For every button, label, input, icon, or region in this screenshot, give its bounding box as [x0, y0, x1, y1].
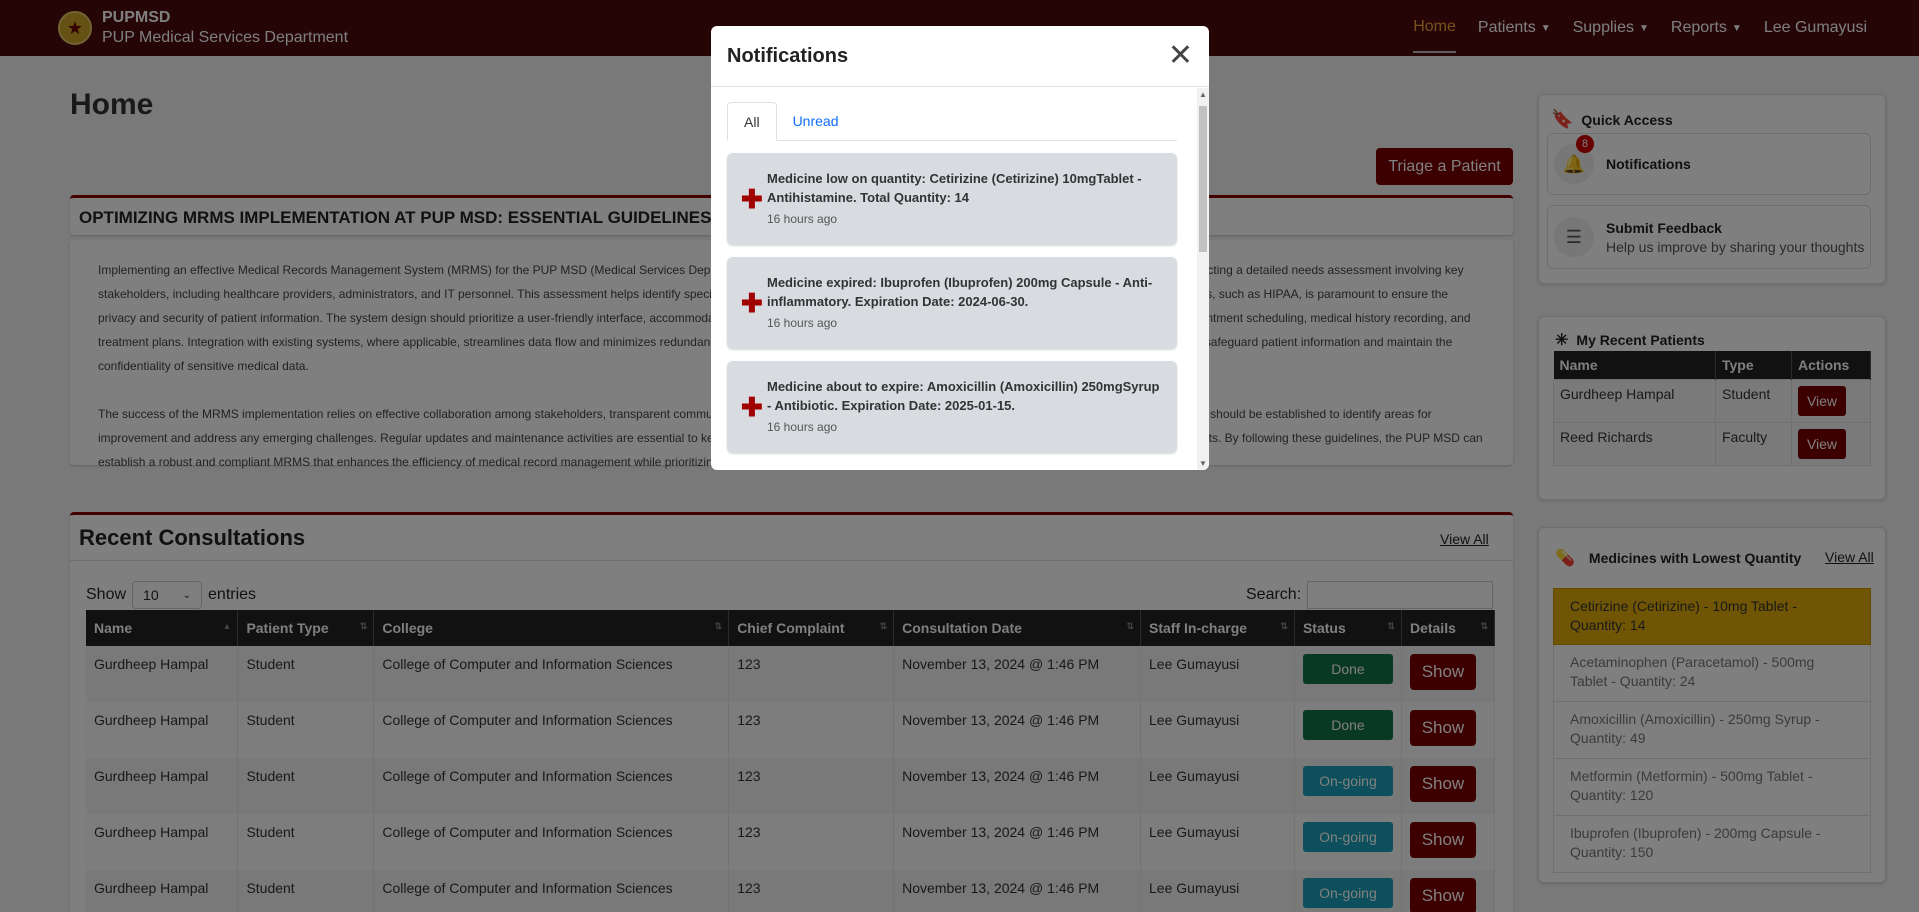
notification-tabs: All Unread	[727, 102, 1177, 141]
notification-message: Medicine low on quantity: Cetirizine (Ce…	[767, 171, 1142, 205]
modal-header: Notifications ✕	[711, 26, 1209, 87]
scroll-down-icon[interactable]: ▼	[1199, 459, 1207, 468]
scroll-up-icon[interactable]: ▲	[1199, 90, 1207, 99]
notification-item[interactable]: ✚ Medicine expired: Ibuprofen (Ibuprofen…	[727, 257, 1177, 349]
modal-title: Notifications	[727, 44, 849, 67]
medical-cross-icon: ✚	[741, 287, 763, 318]
medical-cross-icon: ✚	[741, 391, 763, 422]
medical-cross-icon: ✚	[741, 183, 763, 214]
modal-scrollbar[interactable]: ▲ ▼	[1197, 88, 1209, 470]
notification-message: Medicine expired: Ibuprofen (Ibuprofen) …	[767, 275, 1153, 309]
notification-time: 16 hours ago	[767, 420, 838, 434]
notification-message: Medicine about to expire: Amoxicillin (A…	[767, 379, 1160, 413]
notifications-modal: Notifications ✕ All Unread ✚ Medicine lo…	[711, 26, 1209, 470]
tab-unread[interactable]: Unread	[777, 102, 855, 140]
notification-time: 16 hours ago	[767, 316, 838, 330]
scrollbar-thumb[interactable]	[1199, 106, 1207, 252]
notification-item[interactable]: ✚ Medicine about to expire: Amoxicillin …	[727, 361, 1177, 453]
notification-item[interactable]: ✚ Medicine low on quantity: Cetirizine (…	[727, 153, 1177, 245]
modal-body: All Unread ✚ Medicine low on quantity: C…	[711, 88, 1197, 470]
close-icon[interactable]: ✕	[1168, 41, 1193, 71]
tab-all[interactable]: All	[727, 102, 777, 141]
notification-time: 16 hours ago	[767, 212, 838, 226]
